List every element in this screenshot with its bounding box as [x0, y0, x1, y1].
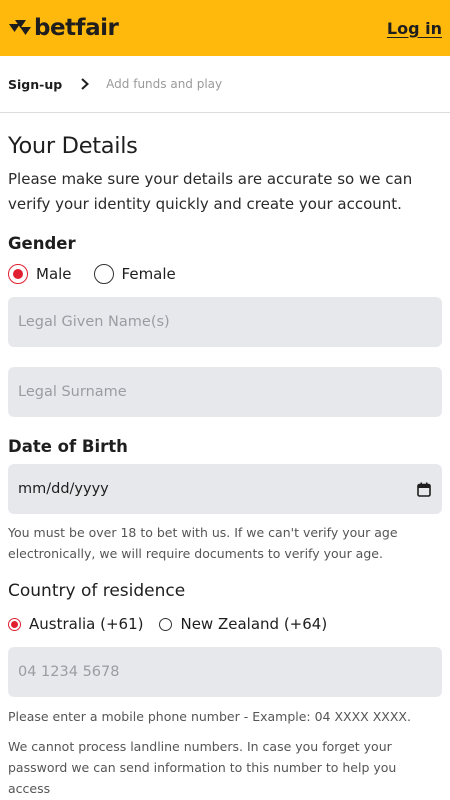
mobile-input[interactable]: 04 1234 5678	[8, 647, 442, 697]
gender-label: Gender	[8, 234, 76, 253]
gender-male-label: Male	[36, 265, 72, 283]
country-australia-label: Australia (+61)	[29, 615, 144, 633]
betfair-logo[interactable]: betfair	[8, 15, 119, 41]
calendar-icon[interactable]	[416, 481, 432, 497]
intro-text: Please make sure your details are accura…	[8, 170, 413, 213]
given-name-input[interactable]: Legal Given Name(s)	[8, 297, 442, 347]
surname-input[interactable]: Legal Surname	[8, 367, 442, 417]
gender-female-radio[interactable]	[93, 264, 114, 284]
dob-help-text: You must be over 18 to bet with us. If w…	[8, 525, 398, 561]
country-nz-label: New Zealand (+64)	[180, 615, 328, 633]
login-link[interactable]: Log in	[387, 19, 442, 38]
landline-note-text: We cannot process landline numbers. In c…	[8, 739, 397, 796]
dob-input[interactable]: mm/dd/yyyy	[8, 464, 442, 514]
gender-female-label: Female	[121, 265, 176, 283]
country-nz-radio[interactable]	[159, 617, 173, 631]
app-header: betfair Log in	[0, 0, 450, 56]
signup-steps: Sign-up Add funds and play	[0, 56, 450, 113]
country-australia-radio[interactable]	[8, 617, 21, 631]
mobile-help-text: Please enter a mobile phone number - Exa…	[8, 709, 411, 724]
gender-male-radio[interactable]	[8, 264, 28, 284]
chevron-right-icon	[78, 77, 92, 91]
dob-label: Date of Birth	[8, 437, 128, 456]
country-nz-option[interactable]: New Zealand (+64)	[159, 615, 327, 633]
step-signup: Sign-up	[8, 76, 63, 92]
page-title: Your Details	[8, 133, 138, 159]
gender-radio-group: Male Female	[8, 264, 442, 284]
details-form: Your Details Please make sure your detai…	[0, 133, 450, 799]
logo-text: betfair	[34, 15, 119, 41]
gender-male-option[interactable]: Male	[8, 264, 72, 284]
country-label: Country of residence	[8, 581, 186, 601]
country-radio-group: Australia (+61) New Zealand (+64)	[8, 615, 442, 633]
step-add-funds: Add funds and play	[106, 77, 223, 91]
betfair-arrow-icon	[8, 18, 32, 38]
dob-value: mm/dd/yyyy	[18, 481, 109, 497]
country-australia-option[interactable]: Australia (+61)	[8, 615, 143, 633]
gender-female-option[interactable]: Female	[93, 264, 176, 284]
